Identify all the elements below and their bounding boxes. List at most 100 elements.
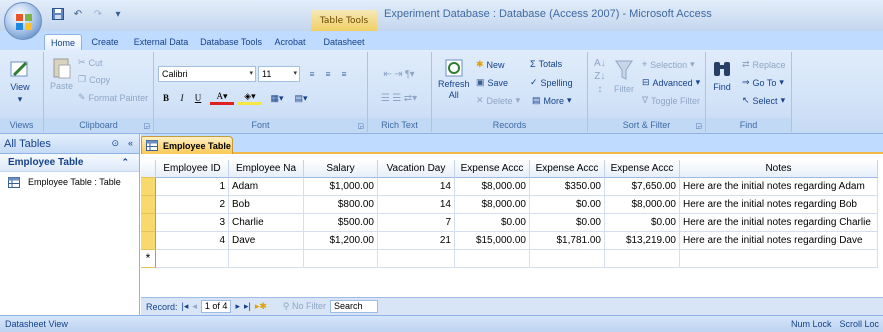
tab-external-data[interactable]: External Data [128,34,194,50]
nav-item-employee-table[interactable]: Employee Table : Table [0,172,139,192]
column-header[interactable]: Employee Na [229,160,304,178]
table-cell[interactable]: $0.00 [455,214,530,232]
advanced-button[interactable]: ⊟ Advanced ▾ [642,77,700,88]
format-painter-button[interactable]: ✎ Format Painter [78,92,148,103]
new-record-marker[interactable]: * [141,250,156,268]
table-cell[interactable]: $8,000.00 [455,178,530,196]
bold-button[interactable]: B [158,90,174,106]
table-cell[interactable]: Here are the initial notes regarding Dav… [680,232,878,250]
new-record-nav-icon[interactable]: ▸✱ [255,301,267,312]
record-selector[interactable] [141,232,156,250]
paste-button[interactable]: Paste [50,56,73,91]
font-size-select[interactable]: 11 ▾ [258,66,300,82]
table-cell[interactable]: Here are the initial notes regarding Cha… [680,214,878,232]
table-cell[interactable] [455,250,530,268]
tab-home[interactable]: Home [44,34,82,50]
tab-create[interactable]: Create [84,34,126,50]
table-cell[interactable]: 3 [156,214,229,232]
undo-icon[interactable]: ↶ [70,6,86,22]
record-selector[interactable] [141,178,156,196]
column-header[interactable]: Expense Accc [455,160,530,178]
font-color-icon[interactable]: A▾ [210,90,234,105]
new-record-row[interactable]: * [141,250,883,268]
table-cell[interactable]: $0.00 [530,214,605,232]
goto-button[interactable]: ⇒ Go To ▾ [742,77,784,88]
save-icon[interactable] [50,6,66,22]
last-record-icon[interactable]: ▸| [244,301,251,312]
table-row[interactable]: 3 Charlie $500.00 7 $0.00 $0.00 $0.00 He… [141,214,883,232]
save-record-button[interactable]: ▣ Save [476,77,508,88]
table-cell[interactable]: 14 [378,178,455,196]
table-cell[interactable]: 2 [156,196,229,214]
table-cell[interactable]: $15,000.00 [455,232,530,250]
document-tab-employee-table[interactable]: Employee Table [141,136,233,154]
table-cell[interactable]: $0.00 [605,214,680,232]
table-cell[interactable]: 14 [378,196,455,214]
nav-menu-icon[interactable]: ⊙ [111,138,119,149]
nav-pane-header[interactable]: All Tables ⊙ « [0,134,139,154]
replace-button[interactable]: ⇄ Replace [742,59,786,70]
totals-button[interactable]: Σ Totals [530,59,562,69]
search-input[interactable]: Search [330,300,379,313]
gridlines-icon[interactable]: ▦▾ [266,90,288,106]
table-cell[interactable]: Charlie [229,214,304,232]
current-record-field[interactable]: 1 of 4 [200,300,232,313]
fill-color-icon[interactable]: ◈▾ [238,90,262,105]
table-cell[interactable]: $500.00 [304,214,378,232]
table-cell[interactable]: $8,000.00 [455,196,530,214]
table-cell[interactable]: 1 [156,178,229,196]
align-right-icon[interactable]: ≡ [336,66,352,82]
column-header[interactable]: Expense Accc [530,160,605,178]
italic-button[interactable]: I [174,90,190,106]
select-button[interactable]: ↖ Select ▾ [742,95,785,106]
table-cell[interactable]: Dave [229,232,304,250]
table-cell[interactable]: Here are the initial notes regarding Bob [680,196,878,214]
nav-group-employee-table[interactable]: Employee Table ⌃ [0,154,139,172]
selection-button[interactable]: ⌖ Selection ▾ [642,59,695,70]
toggle-filter-button[interactable]: ∇ Toggle Filter [642,95,700,106]
refresh-all-button[interactable]: Refresh All [438,58,470,100]
underline-button[interactable]: U [190,90,206,106]
office-button[interactable] [4,2,42,40]
column-header[interactable]: Salary [304,160,378,178]
record-selector[interactable] [141,196,156,214]
record-selector[interactable] [141,214,156,232]
filter-button[interactable]: Filter [614,58,634,94]
tab-database-tools[interactable]: Database Tools [196,34,266,50]
font-name-select[interactable]: Calibri ▾ [158,66,256,82]
table-cell[interactable]: 21 [378,232,455,250]
table-cell[interactable] [156,250,229,268]
next-record-icon[interactable]: ▸ [235,301,240,312]
more-button[interactable]: ▤ More ▾ [532,95,572,106]
find-button[interactable]: Find [712,58,732,92]
first-record-icon[interactable]: |◂ [182,301,189,312]
table-cell[interactable]: $800.00 [304,196,378,214]
table-cell[interactable]: $8,000.00 [605,196,680,214]
table-cell[interactable]: $13,219.00 [605,232,680,250]
table-cell[interactable]: Bob [229,196,304,214]
filter-status[interactable]: ⚲ No Filter [283,301,326,312]
table-cell[interactable]: $1,781.00 [530,232,605,250]
spelling-button[interactable]: ✓ Spelling [530,77,573,88]
column-header[interactable]: Vacation Day [378,160,455,178]
tab-datasheet[interactable]: Datasheet [316,34,372,50]
alternate-fill-icon[interactable]: ▤▾ [290,90,312,106]
redo-icon[interactable]: ↷ [90,6,106,22]
table-row[interactable]: 4 Dave $1,200.00 21 $15,000.00 $1,781.00… [141,232,883,250]
new-record-button[interactable]: ✱ New [476,59,505,70]
tab-acrobat[interactable]: Acrobat [268,34,312,50]
table-cell[interactable]: Here are the initial notes regarding Ada… [680,178,878,196]
cut-button[interactable]: ✂ Cut [78,57,103,68]
column-header[interactable]: Notes [680,160,878,178]
delete-record-button[interactable]: ✕ Delete ▾ [476,95,520,106]
table-cell[interactable]: $7,650.00 [605,178,680,196]
table-cell[interactable] [605,250,680,268]
table-cell[interactable] [378,250,455,268]
align-center-icon[interactable]: ≡ [320,66,336,82]
column-header[interactable]: Employee ID [156,160,229,178]
previous-record-icon[interactable]: ◂ [192,301,197,312]
table-cell[interactable]: Adam [229,178,304,196]
align-left-icon[interactable]: ≡ [304,66,320,82]
table-cell[interactable] [530,250,605,268]
table-cell[interactable]: $350.00 [530,178,605,196]
